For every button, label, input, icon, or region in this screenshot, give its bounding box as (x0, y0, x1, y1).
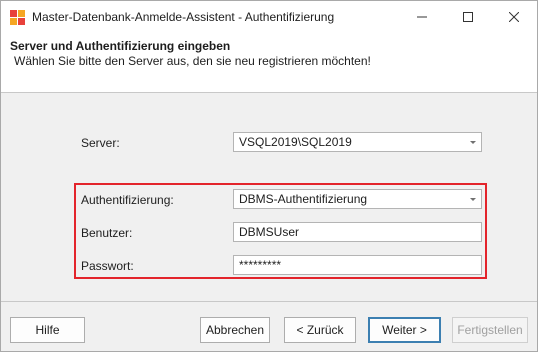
page-title: Server und Authentifizierung eingeben (10, 39, 231, 53)
chevron-down-icon[interactable] (470, 141, 476, 144)
wizard-header: Server und Authentifizierung eingeben Wä… (1, 33, 537, 93)
user-value: DBMSUser (239, 225, 300, 239)
help-button[interactable]: Hilfe (10, 317, 85, 343)
close-button[interactable] (491, 1, 537, 33)
maximize-icon (463, 12, 473, 22)
cancel-button[interactable]: Abbrechen (200, 317, 270, 343)
password-input[interactable]: ********* (233, 255, 482, 275)
title-bar: Master-Datenbank-Anmelde-Assistent - Aut… (1, 1, 537, 33)
next-button[interactable]: Weiter > (368, 317, 441, 343)
close-icon (509, 12, 519, 22)
minimize-button[interactable] (399, 1, 445, 33)
chevron-down-icon[interactable] (470, 198, 476, 201)
user-input[interactable]: DBMSUser (233, 222, 482, 242)
server-combobox[interactable]: VSQL2019\SQL2019 (233, 132, 482, 152)
password-value: ********* (239, 258, 282, 272)
window-title: Master-Datenbank-Anmelde-Assistent - Aut… (32, 10, 335, 24)
app-icon (10, 10, 25, 25)
wizard-window: Master-Datenbank-Anmelde-Assistent - Aut… (0, 0, 538, 352)
footer-divider (1, 301, 537, 302)
back-button[interactable]: < Zurück (284, 317, 356, 343)
minimize-icon (417, 16, 427, 18)
maximize-button[interactable] (445, 1, 491, 33)
server-value: VSQL2019\SQL2019 (239, 135, 352, 149)
page-subtitle: Wählen Sie bitte den Server aus, den sie… (14, 54, 371, 68)
user-label: Benutzer: (81, 226, 133, 240)
auth-value: DBMS-Authentifizierung (239, 192, 368, 206)
finish-button: Fertigstellen (452, 317, 528, 343)
password-label: Passwort: (81, 259, 134, 273)
auth-label: Authentifizierung: (81, 193, 174, 207)
server-label: Server: (81, 136, 120, 150)
auth-combobox[interactable]: DBMS-Authentifizierung (233, 189, 482, 209)
